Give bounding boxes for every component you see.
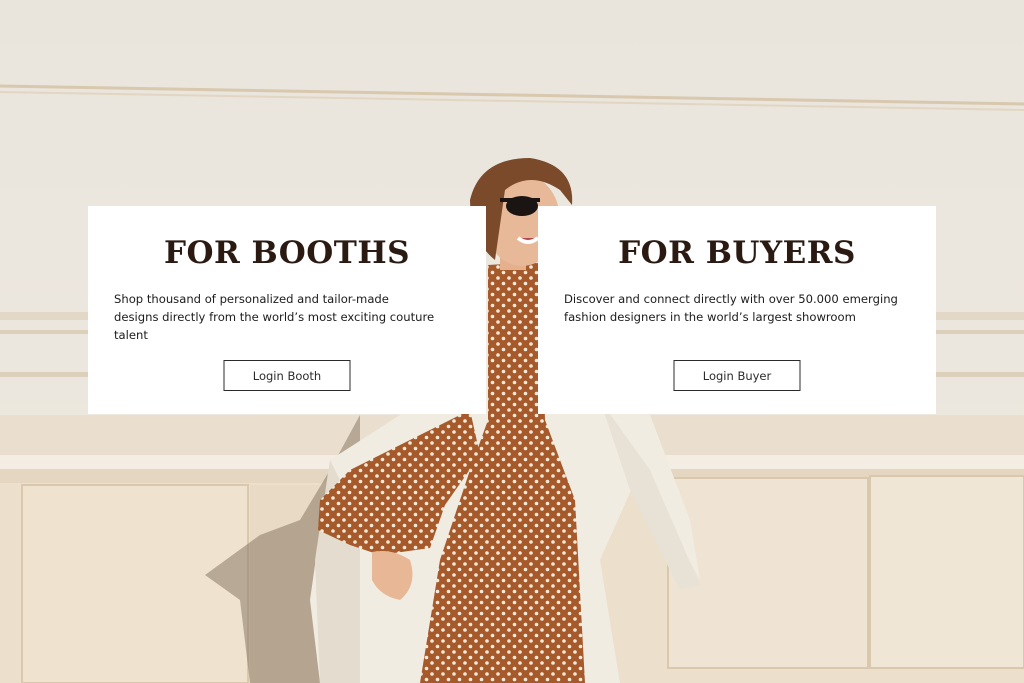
login-booth-button[interactable]: Login Booth (223, 360, 351, 391)
buyers-card: FOR BUYERS Discover and connect directly… (538, 206, 936, 414)
booths-title: FOR BOOTHS (163, 235, 411, 271)
buyers-title: FOR BUYERS (618, 235, 856, 271)
buyers-description: Discover and connect directly with over … (564, 292, 898, 324)
booths-card: FOR BOOTHS Shop thousand of personalized… (88, 206, 486, 414)
booths-description: Shop thousand of personalized and tailor… (114, 292, 435, 342)
login-buyer-button[interactable]: Login Buyer (673, 360, 801, 391)
